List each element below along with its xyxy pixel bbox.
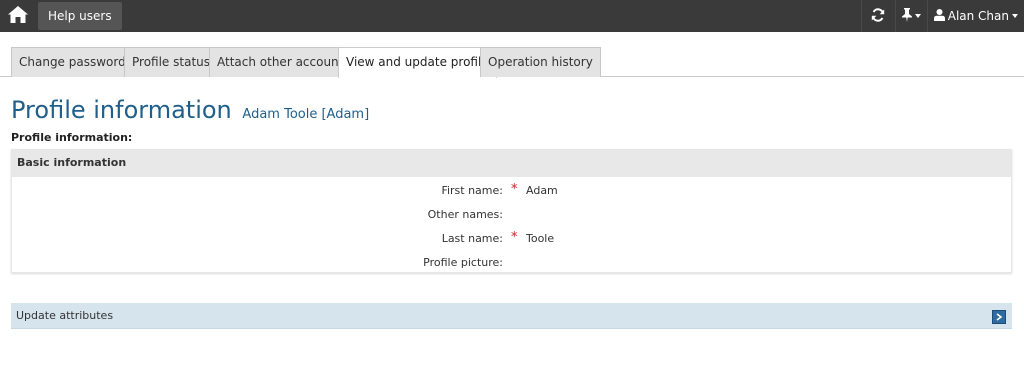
tab-profile-status[interactable]: Profile status [124,47,218,77]
field-value: Adam [526,184,558,197]
panel-header: Basic information [12,150,1011,177]
tab-change-passwords[interactable]: Change passwords [11,47,140,77]
required-marker: * [511,230,518,245]
page-title: Profile information Adam Toole [Adam] [11,96,369,124]
pin-menu-button[interactable] [894,0,927,32]
refresh-button[interactable] [860,0,895,32]
field-label: Profile picture: [423,256,503,269]
user-menu-button[interactable]: Alan Chan [926,0,1024,32]
field-label: First name: [441,184,503,197]
tab-operation-history[interactable]: Operation history [480,47,601,77]
required-marker: * [511,182,518,197]
home-button[interactable] [6,5,30,27]
home-icon [8,6,28,26]
update-attributes-bar[interactable]: Update attributes [11,303,1012,329]
refresh-icon [871,7,885,25]
field-row-last-name: Last name: * Toole [12,229,1011,249]
basic-information-panel: Basic information First name: * Adam Oth… [11,149,1012,273]
chevron-right-icon[interactable] [992,310,1006,324]
field-value: Toole [526,232,555,245]
chevron-down-icon [1012,14,1018,18]
top-navigation-bar: Help users Alan Chan [0,0,1024,32]
field-row-profile-picture: Profile picture: [12,253,1011,273]
tab-bar: Change passwords Profile status Attach o… [0,46,1024,78]
page-subtitle: Adam Toole [Adam] [242,107,370,122]
field-label: Other names: [427,208,503,221]
field-label: Last name: [441,232,503,245]
pin-icon [901,7,913,25]
section-label: Profile information: [11,131,133,144]
user-name: Alan Chan [947,9,1009,23]
tab-attach-other-accounts[interactable]: Attach other accounts [209,47,358,77]
field-row-first-name: First name: * Adam [12,181,1011,201]
tab-view-and-update-profile[interactable]: View and update profile [338,47,497,78]
update-attributes-label: Update attributes [16,309,114,322]
page-title-text: Profile information [11,96,232,124]
chevron-down-icon [915,14,922,18]
user-icon [933,8,945,24]
help-users-button[interactable]: Help users [38,2,122,30]
field-row-other-names: Other names: [12,205,1011,225]
